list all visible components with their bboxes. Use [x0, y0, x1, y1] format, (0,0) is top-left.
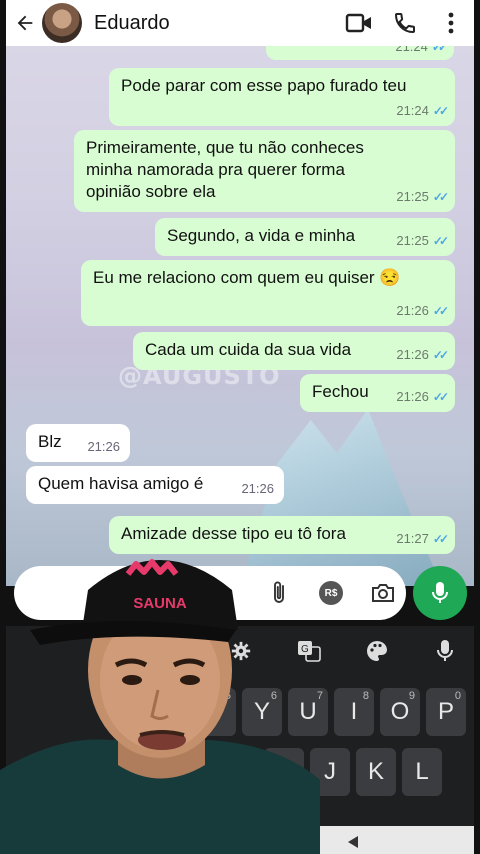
- read-ticks-icon: ✓✓: [432, 104, 449, 118]
- message-bubble[interactable]: Pode parar com esse papo furado teu 21:2…: [109, 68, 455, 126]
- message-bubble[interactable]: Eu me relaciono com quem eu quiser 😒 21:…: [81, 260, 455, 326]
- mic-button[interactable]: [413, 566, 467, 620]
- message-bubble[interactable]: Fechou 21:26 ✓✓: [300, 374, 455, 412]
- message-text: Pode parar com esse papo furado teu: [121, 76, 407, 95]
- message-time: 21:26: [241, 481, 274, 496]
- message-time: 21:26: [396, 303, 429, 318]
- message-time: 21:24: [396, 103, 429, 118]
- back-arrow-icon[interactable]: [10, 0, 40, 46]
- payment-label: R$: [319, 581, 343, 605]
- chat-area[interactable]: @AUGUSTO 21:24 ✓✓ Pode parar com esse pap…: [6, 46, 474, 586]
- chat-header: Eduardo: [6, 0, 474, 46]
- message-bubble[interactable]: Cada um cuida da sua vida 21:26 ✓✓: [133, 332, 455, 370]
- message-text: Eu me relaciono com quem eu quiser 😒: [93, 268, 401, 287]
- message-time: 21:26: [87, 439, 120, 454]
- key-o[interactable]: O9: [380, 688, 420, 736]
- mic-icon[interactable]: [430, 636, 460, 666]
- creator-video-overlay: SAUNA: [0, 559, 320, 854]
- read-ticks-icon: ✓✓: [432, 304, 449, 318]
- message-text: Primeiramente, que tu não conheces minha…: [86, 138, 364, 201]
- key-l[interactable]: L: [402, 748, 442, 796]
- message-time: 21:25: [396, 233, 429, 248]
- mic-icon: [432, 582, 448, 603]
- contact-name[interactable]: Eduardo: [94, 12, 336, 35]
- message-bubble[interactable]: Primeiramente, que tu não conheces minha…: [74, 130, 455, 212]
- message-bubble[interactable]: Segundo, a vida e minha 21:25 ✓✓: [155, 218, 455, 256]
- message-time: 21:27: [396, 531, 429, 546]
- avatar[interactable]: [42, 3, 82, 43]
- message-time: 21:26: [396, 389, 429, 404]
- camera-icon[interactable]: [368, 578, 398, 608]
- cap-logo-text: SAUNA: [133, 595, 187, 612]
- key-p[interactable]: P0: [426, 688, 466, 736]
- key-k[interactable]: K: [356, 748, 396, 796]
- more-icon[interactable]: [428, 0, 474, 46]
- nav-bar: [316, 826, 474, 854]
- read-ticks-icon: ✓✓: [432, 348, 449, 362]
- message-bubble[interactable]: 21:24 ✓✓: [266, 46, 454, 60]
- video-call-icon[interactable]: [336, 0, 382, 46]
- message-bubble[interactable]: Quem havisa amigo é 21:26: [26, 466, 284, 504]
- message-time: 21:25: [396, 189, 429, 204]
- payment-icon[interactable]: R$: [316, 578, 346, 608]
- message-time: 21:24: [395, 46, 428, 54]
- read-ticks-icon: ✓✓: [432, 390, 449, 404]
- message-time: 21:26: [396, 347, 429, 362]
- key-i[interactable]: I8: [334, 688, 374, 736]
- read-ticks-icon: ✓✓: [432, 190, 449, 204]
- read-ticks-icon: ✓✓: [432, 234, 449, 248]
- message-bubble[interactable]: Blz 21:26: [26, 424, 130, 462]
- message-text: Quem havisa amigo é: [38, 474, 204, 493]
- palette-icon[interactable]: [362, 636, 392, 666]
- read-ticks-icon: ✓✓: [432, 532, 449, 546]
- phone-icon[interactable]: [382, 0, 428, 46]
- read-ticks-icon: ✓✓: [431, 46, 448, 54]
- nav-back-icon: [348, 836, 358, 848]
